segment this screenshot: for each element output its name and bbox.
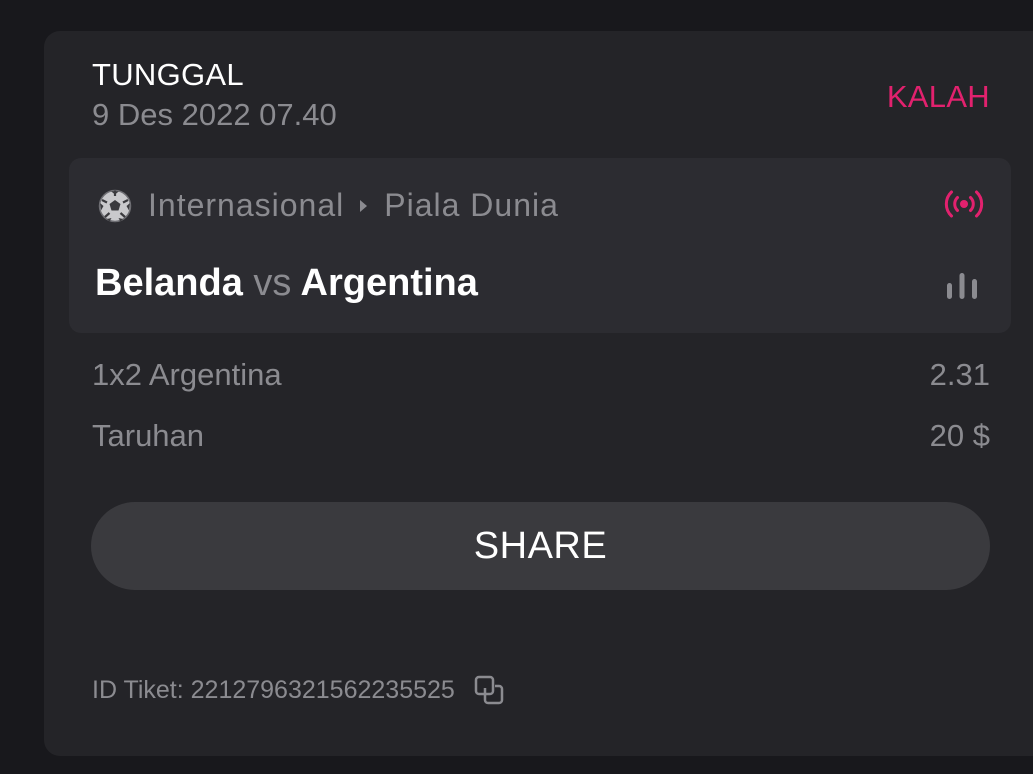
share-button[interactable]: SHARE: [91, 502, 990, 590]
selection-odds: 2.31: [929, 357, 990, 392]
ticket-id-text: ID Tiket: 2212796321562235525: [92, 675, 455, 704]
chevron-right-icon: [360, 199, 368, 212]
away-team: Argentina: [300, 262, 478, 304]
breadcrumb-category: Internasional: [148, 187, 345, 223]
bet-status-badge: KALAH: [886, 79, 990, 114]
bet-date: 9 Des 2022 07.40: [92, 97, 337, 132]
copy-icon[interactable]: [473, 674, 505, 706]
stake-value: 20 $: [929, 418, 990, 453]
stats-bars-icon[interactable]: [945, 271, 979, 301]
home-team: Belanda: [95, 262, 243, 304]
soccer-ball-icon: [98, 189, 132, 223]
selection-label: 1x2 Argentina: [92, 357, 282, 392]
bet-card: TUNGGAL 9 Des 2022 07.40 KALAH Internasi…: [44, 31, 1033, 756]
live-broadcast-icon[interactable]: [943, 188, 985, 220]
ticket-id: ID Tiket: 2212796321562235525: [92, 674, 505, 706]
league-breadcrumb: Internasional Piala Dunia: [148, 187, 559, 224]
match-teams: Belanda vs Argentina: [95, 262, 478, 305]
vs-separator: vs: [253, 262, 292, 304]
event-panel[interactable]: Internasional Piala Dunia Belanda vs Arg…: [69, 158, 1011, 333]
selection-row: 1x2 Argentina 2.31: [92, 357, 990, 393]
breadcrumb-league: Piala Dunia: [384, 187, 559, 223]
stake-row: Taruhan 20 $: [92, 418, 990, 454]
stake-label: Taruhan: [92, 418, 205, 453]
bet-type: TUNGGAL: [92, 57, 244, 92]
